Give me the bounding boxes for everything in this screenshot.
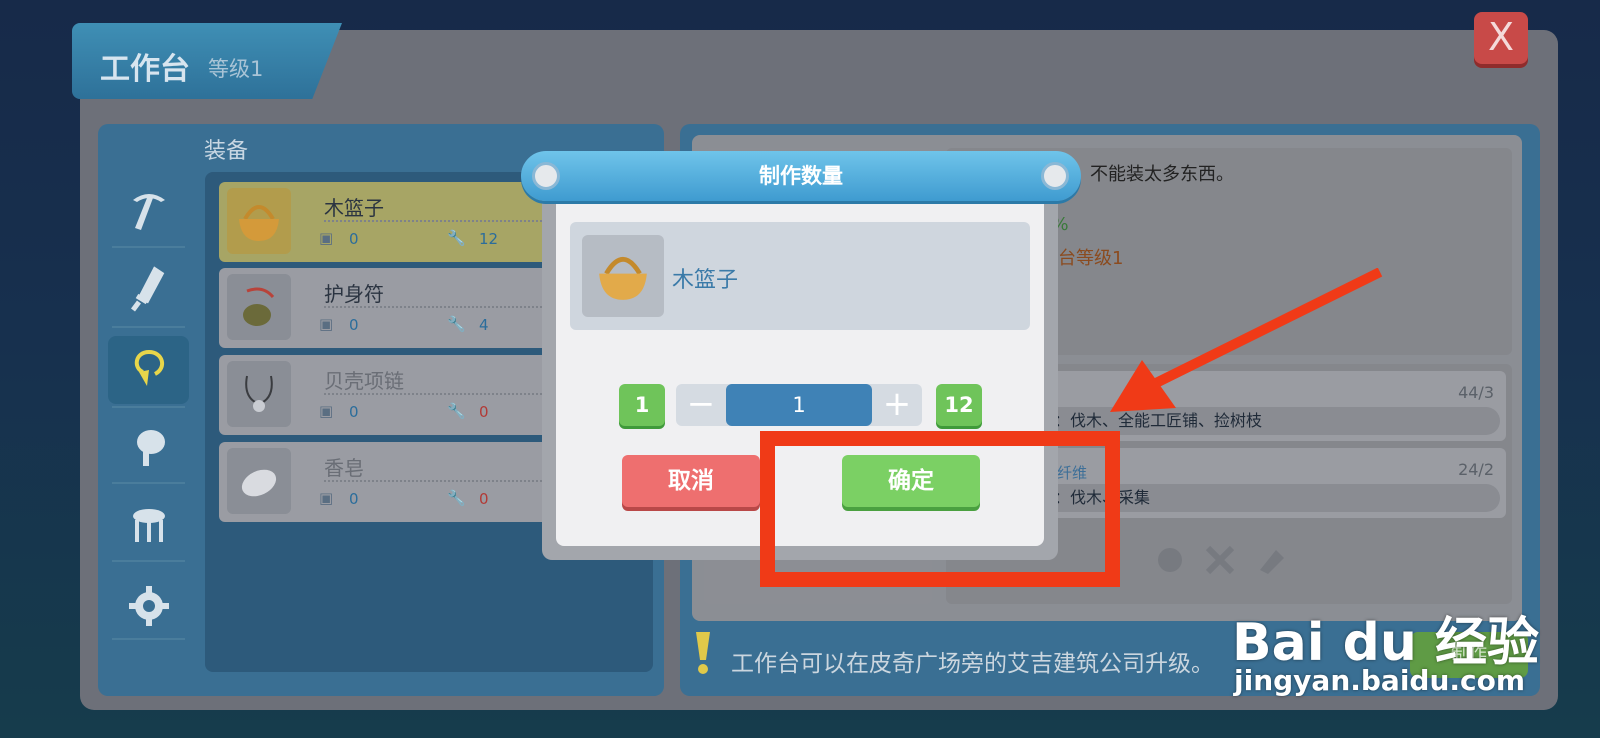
category-furniture[interactable] — [108, 492, 189, 560]
close-icon: X — [1487, 15, 1515, 59]
decrement-button[interactable]: − — [684, 387, 718, 423]
category-column — [108, 176, 189, 654]
accessory-icon — [134, 350, 164, 386]
storage-icon: ▣ — [319, 315, 334, 333]
title-knob-left — [532, 162, 560, 190]
close-button[interactable]: X — [1474, 12, 1528, 64]
material-count: 44/3 — [1458, 383, 1494, 402]
storage-icon: ▣ — [319, 402, 334, 420]
furniture-icon — [132, 509, 165, 542]
window-level: 等级1 — [208, 57, 264, 81]
owned-count: 0 — [349, 403, 359, 421]
dialog-title: 制作数量 — [759, 164, 843, 188]
craftable-count: 4 — [479, 316, 489, 334]
wrench-icon: 🔧 — [447, 402, 466, 420]
highlight-box — [760, 431, 1120, 587]
soap-icon — [227, 448, 291, 514]
storage-icon: ▣ — [319, 489, 334, 507]
quantity-value[interactable]: 1 — [726, 384, 872, 426]
sword-icon — [130, 266, 164, 312]
section-title: 装备 — [204, 139, 249, 164]
category-tools[interactable] — [108, 176, 189, 244]
owned-count: 0 — [349, 230, 359, 248]
storage-icon: ▣ — [319, 229, 334, 247]
pickaxe-icon — [132, 194, 165, 230]
category-weapons[interactable] — [108, 256, 189, 324]
amulet-icon — [227, 274, 291, 340]
basket-icon — [582, 235, 664, 317]
owned-count: 0 — [349, 316, 359, 334]
wrench-icon: 🔧 — [447, 229, 466, 247]
exclamation-icon — [696, 632, 710, 674]
item-name: 贝壳项链 — [324, 369, 404, 393]
dialog-title-bar: 制作数量 — [521, 151, 1081, 201]
annotation-arrow-icon — [1110, 268, 1383, 412]
empty-slot-icons — [1158, 545, 1284, 575]
craftable-count: 0 — [479, 490, 489, 508]
dialog-item-name: 木篮子 — [672, 268, 739, 293]
category-accessories[interactable] — [108, 336, 189, 404]
category-settings[interactable] — [108, 572, 189, 640]
basket-icon — [227, 188, 291, 254]
craftable-count: 0 — [479, 403, 489, 421]
item-description: 不能装太多东西。 — [1090, 164, 1234, 185]
craftable-count: 12 — [479, 230, 499, 248]
min-quantity-button[interactable]: 1 — [619, 384, 665, 426]
wrench-icon: 🔧 — [447, 489, 466, 507]
item-name: 香皂 — [324, 456, 364, 480]
owned-count: 0 — [349, 490, 359, 508]
max-quantity-button[interactable]: 12 — [936, 384, 982, 426]
window-title: 工作台 — [100, 52, 190, 87]
upgrade-tip: 工作台可以在皮奇广场旁的艾吉建筑公司升级。 — [731, 651, 1214, 677]
material-count: 24/2 — [1458, 460, 1494, 479]
shell-necklace-icon — [227, 361, 291, 427]
increment-button[interactable]: + — [880, 387, 914, 423]
watermark-url: jingyan.baidu.com — [1234, 664, 1526, 697]
item-name: 护身符 — [324, 282, 384, 306]
title-knob-right — [1041, 162, 1069, 190]
food-icon — [136, 430, 165, 466]
item-name: 木篮子 — [324, 196, 384, 220]
gear-icon — [128, 586, 169, 626]
category-food[interactable] — [108, 414, 189, 482]
cancel-button[interactable]: 取消 — [622, 455, 760, 507]
wrench-icon: 🔧 — [447, 315, 466, 333]
